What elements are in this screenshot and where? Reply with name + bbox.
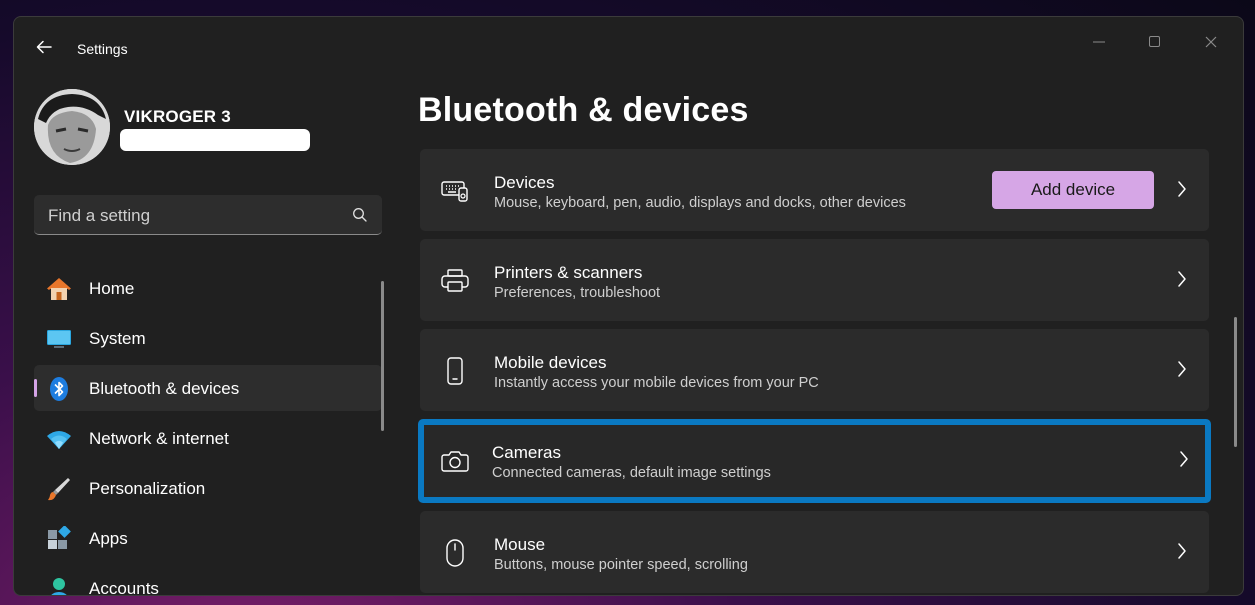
avatar-image [34,89,110,165]
content-scrollbar[interactable] [1234,317,1237,447]
accounts-icon [46,576,72,595]
card-title: Devices [494,173,555,192]
printer-icon [440,267,470,295]
card-subtitle: Buttons, mouse pointer speed, scrolling [494,557,748,573]
apps-icon [46,526,72,552]
brush-icon [46,476,72,502]
active-indicator [34,379,37,397]
card-subtitle: Connected cameras, default image setting… [492,465,771,481]
wifi-icon [46,426,72,452]
sidebar-item-label: Home [89,279,135,298]
mouse-icon [440,539,470,567]
page-title: Bluetooth & devices [418,91,749,129]
title-bar: Settings [14,17,1243,65]
search-icon [353,208,367,222]
chevron-right-icon [1178,271,1186,287]
mobile-devices-card[interactable]: Mobile devices Instantly access your mob… [420,329,1209,411]
sidebar-item-accounts[interactable]: Accounts [34,565,382,596]
search-input[interactable]: Find a setting [48,206,150,226]
back-arrow-icon [36,40,52,54]
minimize-button[interactable] [1076,27,1122,57]
home-icon [46,276,72,302]
sidebar-item-apps[interactable]: Apps [34,515,382,561]
maximize-icon [1149,36,1160,47]
system-icon [46,326,72,352]
search-box[interactable]: Find a setting [34,195,382,235]
chevron-right-icon [1180,451,1188,467]
card-title: Mouse [494,535,546,554]
close-button[interactable] [1188,27,1234,57]
back-button[interactable] [28,35,60,59]
sidebar-item-label: System [89,329,146,348]
chevron-right-icon [1178,543,1186,559]
sidebar-item-system[interactable]: System [34,315,382,361]
mouse-card[interactable]: Mouse Buttons, mouse pointer speed, scro… [420,511,1209,593]
settings-window: Settings VIKROGER 3 Find a setting Home … [13,16,1244,596]
card-subtitle: Instantly access your mobile devices fro… [494,375,819,391]
printers-scanners-card[interactable]: Printers & scanners Preferences, trouble… [420,239,1209,321]
card-title: Mobile devices [494,353,607,372]
sidebar-item-label: Accounts [89,579,159,596]
cameras-card[interactable]: Cameras Connected cameras, default image… [418,419,1211,503]
settings-list: Devices Mouse, keyboard, pen, audio, dis… [418,149,1211,595]
profile-name: VIKROGER 3 [124,107,231,126]
sidebar-scrollbar[interactable] [381,281,384,431]
sidebar-nav: Home System Bluetooth & devices Network … [34,265,382,596]
card-title: Cameras [492,443,561,462]
sidebar-item-label: Network & internet [89,429,229,448]
card-subtitle: Mouse, keyboard, pen, audio, displays an… [494,195,906,211]
chevron-right-icon [1178,181,1186,197]
sidebar-item-home[interactable]: Home [34,265,382,311]
sidebar-item-network-internet[interactable]: Network & internet [34,415,382,461]
minimize-icon [1093,41,1105,43]
app-title: Settings [77,41,128,57]
card-title: Printers & scanners [494,263,643,282]
add-device-button[interactable]: Add device [992,171,1154,209]
devices-icon [440,177,470,205]
card-subtitle: Preferences, troubleshoot [494,285,661,301]
avatar[interactable] [34,89,110,165]
bluetooth-icon [46,376,72,402]
sidebar-item-bluetooth-devices[interactable]: Bluetooth & devices [34,365,382,411]
sidebar-item-label: Personalization [89,479,206,498]
phone-icon [440,357,470,385]
chevron-right-icon [1178,361,1186,377]
sidebar-item-personalization[interactable]: Personalization [34,465,382,511]
maximize-button[interactable] [1132,27,1178,57]
devices-card[interactable]: Devices Mouse, keyboard, pen, audio, dis… [420,149,1209,231]
camera-icon [440,447,470,475]
sidebar-item-label: Apps [89,529,128,548]
close-icon [1205,36,1217,48]
sidebar-item-label: Bluetooth & devices [89,379,240,398]
profile-email-redacted [120,129,310,151]
